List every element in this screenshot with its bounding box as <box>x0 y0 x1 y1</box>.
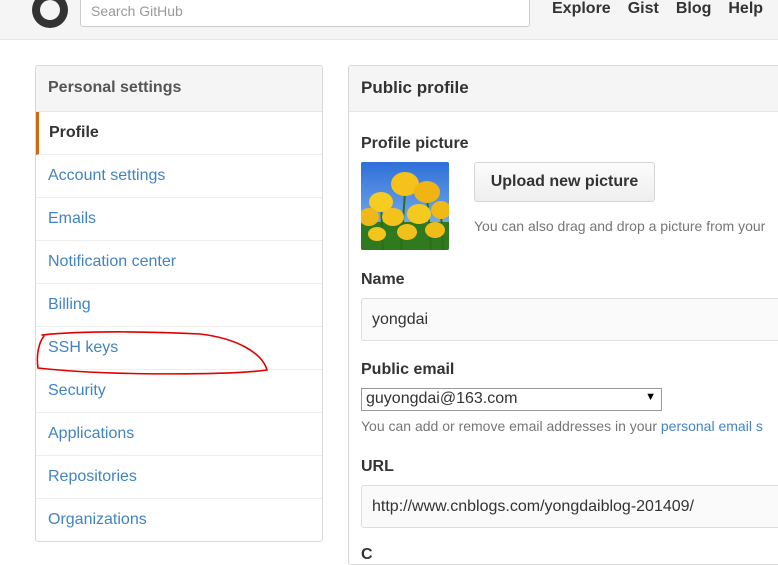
search-input[interactable] <box>80 0 530 27</box>
tulip-photo-icon <box>361 162 449 250</box>
upload-picture-button[interactable]: Upload new picture <box>474 162 655 202</box>
settings-sidebar: Personal settings Profile Account settin… <box>35 65 323 542</box>
nav-blog-link[interactable]: Blog <box>676 0 712 18</box>
top-header: Explore Gist Blog Help <box>0 0 778 40</box>
panel-title: Public profile <box>349 66 778 112</box>
url-field[interactable] <box>361 485 778 528</box>
sidebar-title: Personal settings <box>36 66 322 112</box>
sidebar-item-billing[interactable]: Billing <box>36 284 322 327</box>
sidebar-item-security[interactable]: Security <box>36 370 322 413</box>
nav-explore-link[interactable]: Explore <box>552 0 611 18</box>
sidebar-item-applications[interactable]: Applications <box>36 413 322 456</box>
sidebar-item-notification-center[interactable]: Notification center <box>36 241 322 284</box>
dropdown-arrow-icon: ▼ <box>645 391 656 403</box>
public-profile-panel: Public profile Profile picture Upload ne… <box>348 65 778 565</box>
personal-email-settings-link[interactable]: personal email s <box>661 418 763 434</box>
public-email-selected: guyongdai@163.com <box>366 390 518 407</box>
nav-gist-link[interactable]: Gist <box>628 0 659 18</box>
sidebar-item-account-settings[interactable]: Account settings <box>36 155 322 198</box>
public-email-select[interactable]: guyongdai@163.com ▼ <box>361 388 662 411</box>
name-label: Name <box>361 271 405 288</box>
url-label: URL <box>361 458 394 475</box>
sidebar-item-repositories[interactable]: Repositories <box>36 456 322 499</box>
company-label-partial: C <box>361 546 373 563</box>
upload-hint-text: You can also drag and drop a picture fro… <box>474 218 766 234</box>
nav-help-link[interactable]: Help <box>728 0 763 18</box>
top-nav: Explore Gist Blog Help <box>552 0 763 18</box>
profile-picture-label: Profile picture <box>361 135 469 152</box>
profile-picture-image <box>361 162 449 250</box>
sidebar-item-ssh-keys[interactable]: SSH keys <box>36 327 322 370</box>
email-hint-prefix: You can add or remove email addresses in… <box>361 418 661 434</box>
email-hint-text: You can add or remove email addresses in… <box>361 418 763 434</box>
sidebar-item-organizations[interactable]: Organizations <box>36 499 322 541</box>
public-email-label: Public email <box>361 361 455 378</box>
sidebar-item-profile[interactable]: Profile <box>36 112 322 155</box>
name-field[interactable] <box>361 298 778 341</box>
github-logo-icon[interactable] <box>32 0 68 28</box>
sidebar-item-emails[interactable]: Emails <box>36 198 322 241</box>
